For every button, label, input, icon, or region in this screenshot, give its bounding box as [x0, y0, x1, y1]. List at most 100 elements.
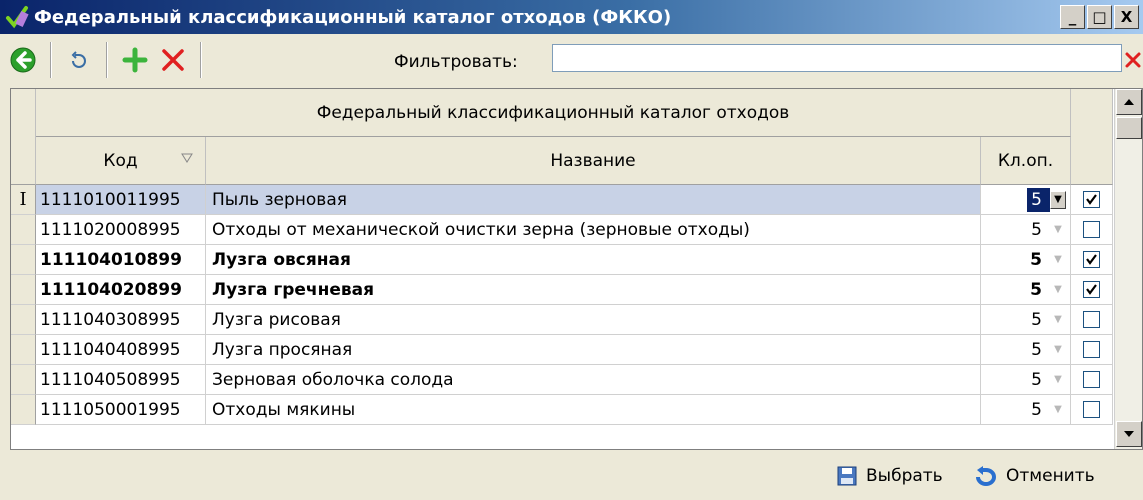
cancel-button-label: Отменить	[1006, 466, 1095, 486]
row-indicator[interactable]	[11, 365, 36, 395]
save-disk-icon	[837, 466, 857, 486]
cell-name[interactable]: Лузга овсяная	[206, 245, 981, 275]
delete-button[interactable]	[154, 41, 192, 79]
row-indicator[interactable]	[11, 395, 36, 425]
cell-code[interactable]: 1111050001995	[36, 395, 206, 425]
cell-class[interactable]: 5 ▼	[981, 335, 1071, 365]
scroll-down-button[interactable]	[1116, 421, 1142, 447]
cell-checkbox[interactable]	[1071, 215, 1113, 245]
table-row[interactable]: 1111050001995 Отходы мякины 5 ▼	[11, 395, 1113, 425]
class-value: 5	[1031, 339, 1042, 360]
row-indicator[interactable]	[11, 245, 36, 275]
table-row[interactable]: 1111040508995 Зерновая оболочка солода 5 ▼	[11, 365, 1113, 395]
class-select[interactable]: 5	[1031, 220, 1050, 240]
cell-code[interactable]: 1111040508995	[36, 365, 206, 395]
back-button[interactable]	[4, 41, 42, 79]
cell-code[interactable]: 1111040408995	[36, 335, 206, 365]
delete-x-icon	[162, 49, 184, 71]
dropdown-arrow-icon[interactable]: ▼	[1050, 190, 1066, 209]
cell-checkbox[interactable]	[1071, 335, 1113, 365]
dropdown-arrow-icon[interactable]: ▼	[1050, 281, 1066, 299]
cell-name[interactable]: Отходы от механической очистки зерна (зе…	[206, 215, 981, 245]
cell-name[interactable]: Лузга просяная	[206, 335, 981, 365]
cell-class[interactable]: 5 ▼	[981, 365, 1071, 395]
filter-input[interactable]	[552, 44, 1122, 72]
cell-code[interactable]: 111104010899	[36, 245, 206, 275]
sort-descending-icon	[181, 153, 193, 163]
class-select[interactable]: 5	[1030, 280, 1050, 300]
cancel-button[interactable]: Отменить	[972, 458, 1095, 494]
select-button[interactable]: Выбрать	[836, 458, 943, 494]
dropdown-arrow-icon[interactable]: ▼	[1050, 341, 1066, 359]
close-button[interactable]: X	[1114, 5, 1139, 29]
class-select[interactable]: 5	[1030, 250, 1050, 270]
class-select[interactable]: 5	[1031, 310, 1050, 330]
scroll-up-button[interactable]	[1116, 89, 1142, 115]
waste-catalog-grid: Федеральный классификационный каталог от…	[10, 88, 1143, 450]
class-value: 5	[1030, 249, 1042, 270]
row-indicator[interactable]: I	[11, 185, 36, 215]
class-value: 5	[1031, 189, 1042, 210]
column-header-code[interactable]: Код	[36, 137, 206, 185]
minimize-button[interactable]: _	[1060, 5, 1085, 29]
class-select[interactable]: 5	[1031, 340, 1050, 360]
row-checkbox[interactable]	[1083, 371, 1100, 388]
cell-name[interactable]: Зерновая оболочка солода	[206, 365, 981, 395]
cell-code[interactable]: 1111010011995	[36, 185, 206, 215]
cell-name[interactable]: Лузга рисовая	[206, 305, 981, 335]
cell-class[interactable]: 5 ▼	[981, 395, 1071, 425]
checkbox-column-header[interactable]	[1071, 89, 1113, 185]
row-indicator[interactable]	[11, 275, 36, 305]
column-header-class[interactable]: Кл.оп.	[981, 137, 1071, 185]
row-indicator[interactable]	[11, 215, 36, 245]
table-row[interactable]: I 1111010011995 Пыль зерновая 5 ▼	[11, 185, 1113, 215]
add-button[interactable]	[116, 41, 154, 79]
dropdown-arrow-icon[interactable]: ▼	[1050, 401, 1066, 419]
table-row[interactable]: 111104020899 Лузга гречневая 5 ▼	[11, 275, 1113, 305]
cell-checkbox[interactable]	[1071, 365, 1113, 395]
class-select[interactable]: 5	[1031, 400, 1050, 420]
cell-checkbox[interactable]	[1071, 275, 1113, 305]
row-checkbox[interactable]	[1083, 311, 1100, 328]
cell-checkbox[interactable]	[1071, 305, 1113, 335]
maximize-button[interactable]: □	[1087, 5, 1112, 29]
clear-filter-icon[interactable]	[1124, 51, 1142, 69]
row-checkbox[interactable]	[1083, 281, 1100, 298]
cell-code[interactable]: 1111040308995	[36, 305, 206, 335]
cell-name[interactable]: Отходы мякины	[206, 395, 981, 425]
row-checkbox[interactable]	[1083, 341, 1100, 358]
table-row[interactable]: 1111040408995 Лузга просяная 5 ▼	[11, 335, 1113, 365]
column-header-name[interactable]: Название	[206, 137, 981, 185]
cell-checkbox[interactable]	[1071, 395, 1113, 425]
cell-code[interactable]: 1111020008995	[36, 215, 206, 245]
cell-class[interactable]: 5 ▼	[981, 245, 1071, 275]
dropdown-arrow-icon[interactable]: ▼	[1050, 371, 1066, 389]
class-select[interactable]: 5	[1031, 370, 1050, 390]
cell-class[interactable]: 5 ▼	[981, 185, 1071, 215]
row-checkbox[interactable]	[1083, 251, 1100, 268]
cell-class[interactable]: 5 ▼	[981, 215, 1071, 245]
cell-checkbox[interactable]	[1071, 185, 1113, 215]
row-checkbox[interactable]	[1083, 221, 1100, 238]
row-checkbox[interactable]	[1083, 401, 1100, 418]
cell-name[interactable]: Пыль зерновая	[206, 185, 981, 215]
row-indicator-cursor: I	[19, 189, 27, 210]
table-row[interactable]: 1111040308995 Лузга рисовая 5 ▼	[11, 305, 1113, 335]
undo-button[interactable]	[60, 41, 98, 79]
cell-name[interactable]: Лузга гречневая	[206, 275, 981, 305]
dropdown-arrow-icon[interactable]: ▼	[1050, 311, 1066, 329]
cell-class[interactable]: 5 ▼	[981, 275, 1071, 305]
table-row[interactable]: 1111020008995 Отходы от механической очис…	[11, 215, 1113, 245]
class-select[interactable]: 5	[1027, 187, 1050, 212]
dropdown-arrow-icon[interactable]: ▼	[1050, 251, 1066, 269]
table-row[interactable]: 111104010899 Лузга овсяная 5 ▼	[11, 245, 1113, 275]
dropdown-arrow-icon[interactable]: ▼	[1050, 221, 1066, 239]
cell-code[interactable]: 111104020899	[36, 275, 206, 305]
cell-checkbox[interactable]	[1071, 245, 1113, 275]
cell-class[interactable]: 5 ▼	[981, 305, 1071, 335]
scroll-thumb[interactable]	[1116, 117, 1142, 139]
row-checkbox[interactable]	[1083, 191, 1100, 208]
row-indicator[interactable]	[11, 305, 36, 335]
vertical-scrollbar[interactable]	[1114, 89, 1142, 449]
row-indicator[interactable]	[11, 335, 36, 365]
